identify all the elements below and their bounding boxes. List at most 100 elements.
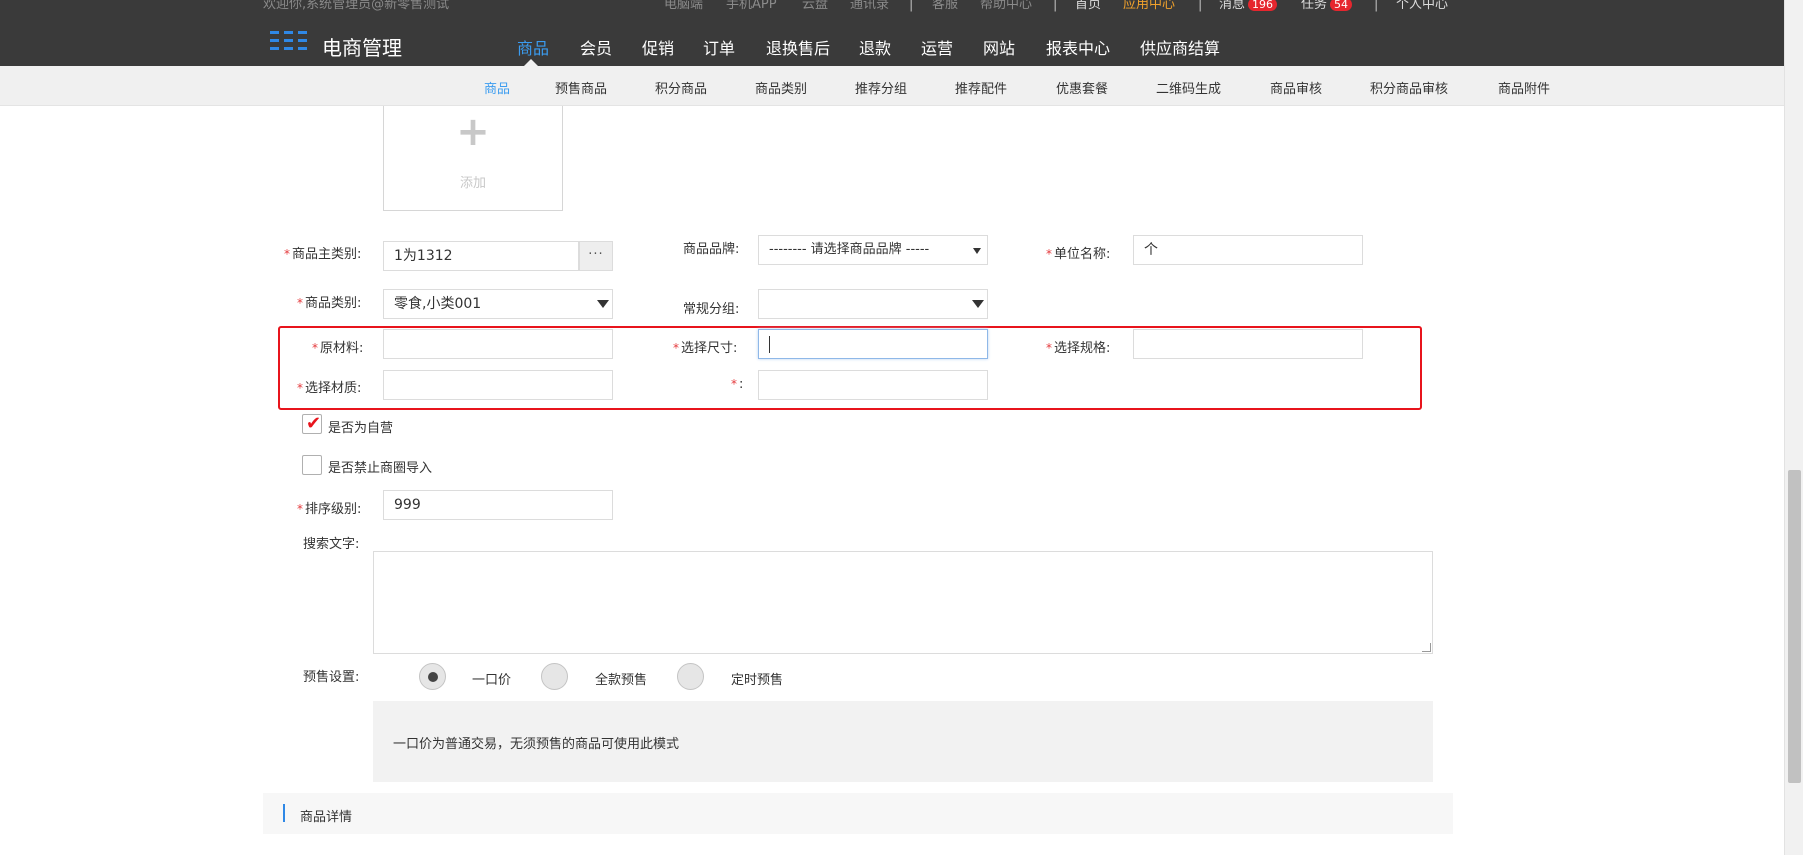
sort-label: * 排序级别: bbox=[297, 502, 362, 517]
texture-label: * 选择材质: bbox=[297, 381, 362, 396]
main-nav-website[interactable]: 网站 bbox=[983, 35, 1015, 59]
presale-option-label: 一口价 bbox=[472, 673, 512, 688]
required-mark: * bbox=[673, 341, 679, 355]
block-import-checkbox[interactable] bbox=[302, 455, 322, 475]
sub-nav-presale-products[interactable]: 预售商品 bbox=[555, 78, 607, 97]
self-operated-label: 是否为自营 bbox=[328, 421, 394, 436]
link-app-center[interactable]: 应用中心 bbox=[1123, 0, 1175, 12]
required-mark: * bbox=[297, 381, 303, 395]
tasks-count-badge: 54 bbox=[1330, 0, 1353, 11]
brand-label: 商品品牌: bbox=[683, 242, 740, 257]
main-nav-returns[interactable]: 退换售后 bbox=[766, 35, 830, 59]
link-tasks[interactable]: 任务 54 bbox=[1301, 0, 1353, 12]
raw-material-input[interactable] bbox=[383, 329, 613, 359]
presale-radio-full-payment[interactable] bbox=[541, 663, 568, 690]
presale-option-label: 全款预售 bbox=[595, 673, 648, 688]
app-title: 电商管理 bbox=[322, 36, 402, 60]
chevron-down-icon bbox=[972, 300, 984, 308]
raw-material-label: * 原材料: bbox=[312, 341, 364, 356]
link-contacts[interactable]: 通讯录 bbox=[850, 0, 889, 12]
sort-input[interactable]: 999 bbox=[383, 490, 613, 520]
sub-nav-points-products[interactable]: 积分商品 bbox=[655, 78, 707, 97]
link-mobile-app[interactable]: 手机APP bbox=[726, 0, 777, 12]
spec-input[interactable] bbox=[1133, 329, 1363, 359]
link-personal-center[interactable]: 个人中心 bbox=[1396, 0, 1448, 12]
main-nav-refunds[interactable]: 退款 bbox=[859, 35, 891, 59]
search-text-textarea[interactable] bbox=[373, 551, 1433, 654]
self-operated-checkbox[interactable]: ✔ bbox=[302, 414, 322, 434]
sub-nav-product-attachments[interactable]: 商品附件 bbox=[1498, 78, 1550, 97]
main-nav-members[interactable]: 会员 bbox=[580, 35, 612, 59]
sub-nav-product-categories[interactable]: 商品类别 bbox=[755, 78, 807, 97]
unnamed-field-input[interactable] bbox=[758, 370, 988, 400]
presale-note-text: 一口价为普通交易，无须预售的商品可使用此模式 bbox=[393, 737, 680, 752]
link-customer-service[interactable]: 客服 bbox=[932, 0, 958, 12]
category-select-value: 零食,小类001 bbox=[394, 296, 482, 312]
main-nav-reports[interactable]: 报表中心 bbox=[1046, 35, 1110, 59]
presale-radio-scheduled[interactable] bbox=[677, 663, 704, 690]
unnamed-field-label: *: bbox=[731, 377, 744, 392]
resize-handle-icon[interactable] bbox=[1422, 643, 1431, 652]
category-label: * 商品类别: bbox=[297, 296, 362, 311]
main-category-input[interactable]: 1为1312 bbox=[383, 241, 579, 271]
group-select[interactable] bbox=[758, 289, 988, 319]
upload-label: 添加 bbox=[459, 176, 486, 191]
group-label: 常规分组: bbox=[683, 302, 740, 317]
chevron-down-icon bbox=[973, 248, 981, 254]
sub-nav-recommend-accessories[interactable]: 推荐配件 bbox=[955, 78, 1007, 97]
brand-select-placeholder: -------- 请选择商品品牌 ----- bbox=[769, 242, 930, 257]
required-mark: * bbox=[731, 377, 737, 391]
presale-label: 预售设置: bbox=[303, 670, 360, 685]
main-category-picker-button[interactable]: ··· bbox=[579, 241, 613, 271]
link-home[interactable]: 首页 bbox=[1075, 0, 1101, 12]
required-mark: * bbox=[297, 296, 303, 310]
required-mark: * bbox=[1046, 247, 1052, 261]
unit-input[interactable]: 个 bbox=[1133, 235, 1363, 265]
unit-label: * 单位名称: bbox=[1046, 247, 1111, 262]
sub-nav-bundles[interactable]: 优惠套餐 bbox=[1056, 78, 1108, 97]
welcome-text: 欢迎你,系统管理员@新零售测试 bbox=[263, 0, 450, 12]
product-details-section-header: 商品详情 bbox=[263, 793, 1453, 834]
sub-nav-recommend-groups[interactable]: 推荐分组 bbox=[855, 78, 907, 97]
main-nav-promotions[interactable]: 促销 bbox=[642, 35, 674, 59]
scrollbar-thumb[interactable] bbox=[1788, 470, 1801, 783]
sub-nav-products[interactable]: 商品 bbox=[484, 78, 510, 97]
section-title: 商品详情 bbox=[300, 810, 353, 825]
presale-radio-fixed-price[interactable] bbox=[419, 663, 446, 690]
link-desktop[interactable]: 电脑端 bbox=[664, 0, 703, 12]
image-upload-tile[interactable]: + 添加 bbox=[383, 106, 563, 211]
top-header-bar: 欢迎你,系统管理员@新零售测试 电脑端 手机APP 云盘 通讯录 | 客服 帮助… bbox=[0, 0, 1784, 67]
required-mark: * bbox=[297, 502, 303, 516]
link-cloud-disk[interactable]: 云盘 bbox=[802, 0, 828, 12]
main-nav-operations[interactable]: 运营 bbox=[921, 35, 953, 59]
required-mark: * bbox=[284, 247, 290, 261]
chevron-down-icon bbox=[597, 300, 609, 308]
main-nav-orders[interactable]: 订单 bbox=[703, 35, 735, 59]
vertical-scrollbar[interactable] bbox=[1784, 0, 1803, 855]
brand-select[interactable]: -------- 请选择商品品牌 ----- bbox=[758, 235, 988, 265]
category-select[interactable]: 零食,小类001 bbox=[383, 289, 613, 319]
separator: | bbox=[909, 0, 914, 12]
presale-option-label: 定时预售 bbox=[731, 673, 784, 688]
sub-nav-product-review[interactable]: 商品审核 bbox=[1270, 78, 1322, 97]
search-text-label: 搜索文字: bbox=[303, 537, 360, 552]
sub-nav-qrcode[interactable]: 二维码生成 bbox=[1156, 78, 1221, 97]
section-accent-bar bbox=[283, 804, 285, 822]
check-icon: ✔ bbox=[306, 413, 322, 434]
grid-logo-icon bbox=[270, 31, 308, 51]
required-mark: * bbox=[1046, 341, 1052, 355]
presale-note-panel: 一口价为普通交易，无须预售的商品可使用此模式 bbox=[373, 701, 1433, 782]
tasks-label: 任务 bbox=[1301, 0, 1328, 12]
separator: | bbox=[1053, 0, 1058, 12]
plus-icon: + bbox=[456, 109, 490, 155]
size-input[interactable] bbox=[758, 329, 988, 359]
main-nav-supplier-settlement[interactable]: 供应商结算 bbox=[1140, 35, 1220, 59]
spec-label: * 选择规格: bbox=[1046, 341, 1111, 356]
texture-input[interactable] bbox=[383, 370, 613, 400]
link-messages[interactable]: 消息 196 bbox=[1219, 0, 1278, 12]
block-import-label: 是否禁止商圈导入 bbox=[328, 461, 433, 476]
separator: | bbox=[1198, 0, 1203, 12]
sub-nav-points-product-review[interactable]: 积分商品审核 bbox=[1370, 78, 1448, 97]
main-nav-products[interactable]: 商品 bbox=[517, 35, 549, 59]
link-help-center[interactable]: 帮助中心 bbox=[980, 0, 1032, 12]
